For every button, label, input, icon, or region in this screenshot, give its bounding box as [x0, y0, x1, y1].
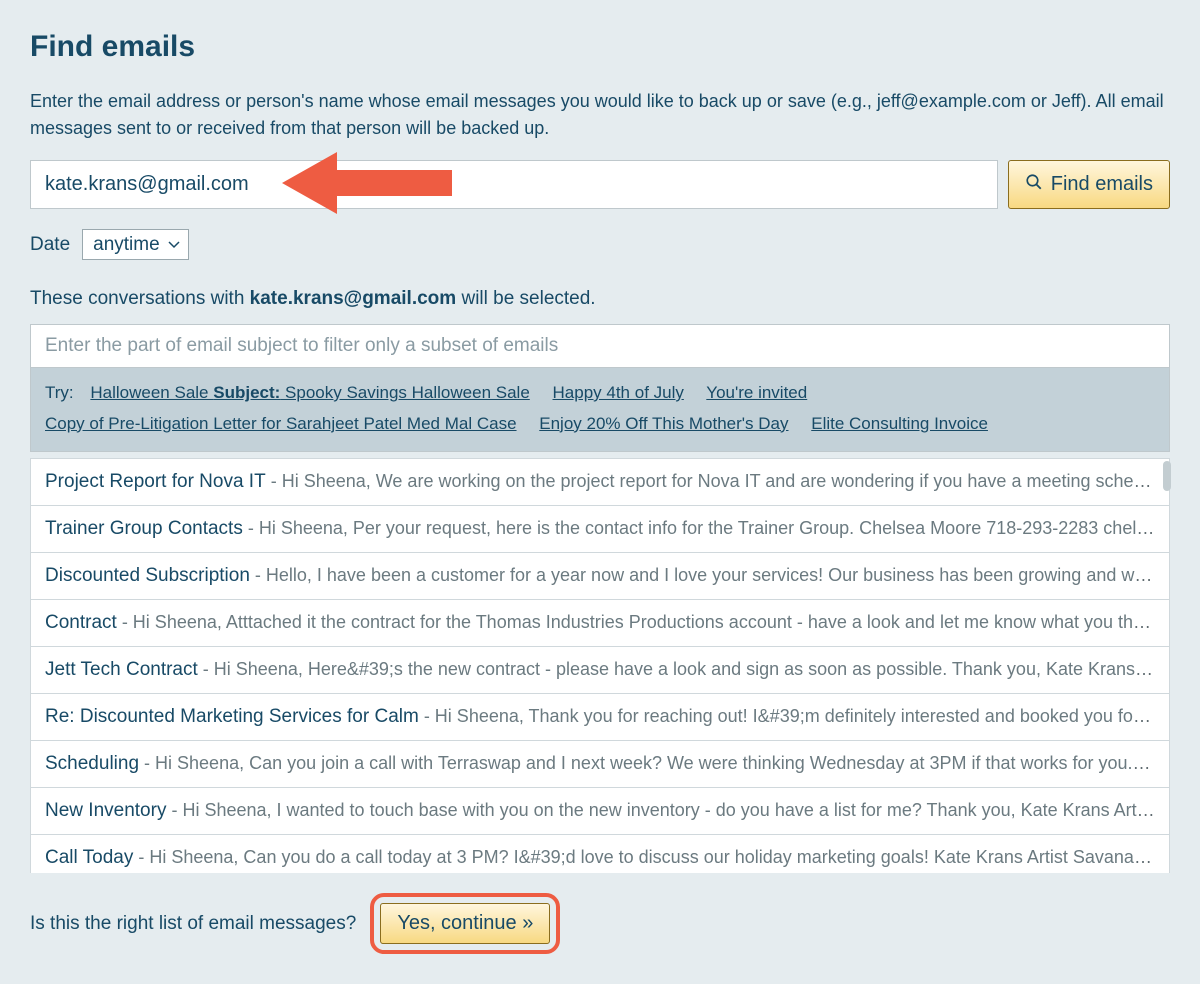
email-row[interactable]: Scheduling - Hi Sheena, Can you join a c…: [30, 741, 1170, 788]
suggestion-link[interactable]: Enjoy 20% Off This Mother's Day: [539, 414, 788, 433]
page-title: Find emails: [30, 30, 1170, 64]
suggestion-link[interactable]: Copy of Pre-Litigation Letter for Sarahj…: [45, 414, 517, 433]
confirm-question: Is this the right list of email messages…: [30, 913, 356, 935]
email-row[interactable]: New Inventory - Hi Sheena, I wanted to t…: [30, 788, 1170, 835]
date-row: Date anytime: [30, 229, 1170, 260]
subject-filter-input[interactable]: [30, 324, 1170, 368]
email-row[interactable]: Re: Discounted Marketing Services for Ca…: [30, 694, 1170, 741]
search-row: Find emails: [30, 160, 1170, 209]
find-emails-button[interactable]: Find emails: [1008, 160, 1170, 209]
email-list: Project Report for Nova IT - Hi Sheena, …: [30, 458, 1170, 873]
annotation-highlight: Yes, continue »: [370, 893, 560, 954]
email-row[interactable]: Project Report for Nova IT - Hi Sheena, …: [30, 459, 1170, 506]
email-address-input[interactable]: [30, 160, 998, 209]
search-icon: [1025, 173, 1043, 197]
yes-continue-button[interactable]: Yes, continue »: [380, 903, 550, 944]
email-row[interactable]: Call Today - Hi Sheena, Can you do a cal…: [30, 835, 1170, 873]
confirm-row: Is this the right list of email messages…: [30, 893, 1170, 954]
email-row[interactable]: Trainer Group Contacts - Hi Sheena, Per …: [30, 506, 1170, 553]
try-label: Try:: [45, 383, 74, 402]
date-label: Date: [30, 234, 70, 256]
date-select[interactable]: anytime: [82, 229, 189, 260]
suggestion-link[interactable]: You're invited: [706, 383, 807, 402]
find-emails-label: Find emails: [1051, 173, 1153, 196]
instructions-text: Enter the email address or person's name…: [30, 88, 1170, 142]
suggestions-panel: Try: Halloween Sale Subject: Spooky Savi…: [30, 368, 1170, 452]
suggestion-link[interactable]: Elite Consulting Invoice: [811, 414, 988, 433]
email-row[interactable]: Discounted Subscription - Hello, I have …: [30, 553, 1170, 600]
email-row[interactable]: Jett Tech Contract - Hi Sheena, Here&#39…: [30, 647, 1170, 694]
suggestion-link[interactable]: Halloween Sale Subject: Spooky Savings H…: [90, 383, 529, 402]
scrollbar-thumb[interactable]: [1163, 461, 1171, 491]
email-row[interactable]: Contract - Hi Sheena, Atttached it the c…: [30, 600, 1170, 647]
selected-conversations-text: These conversations with kate.krans@gmai…: [30, 288, 1170, 310]
suggestion-link[interactable]: Happy 4th of July: [553, 383, 684, 402]
